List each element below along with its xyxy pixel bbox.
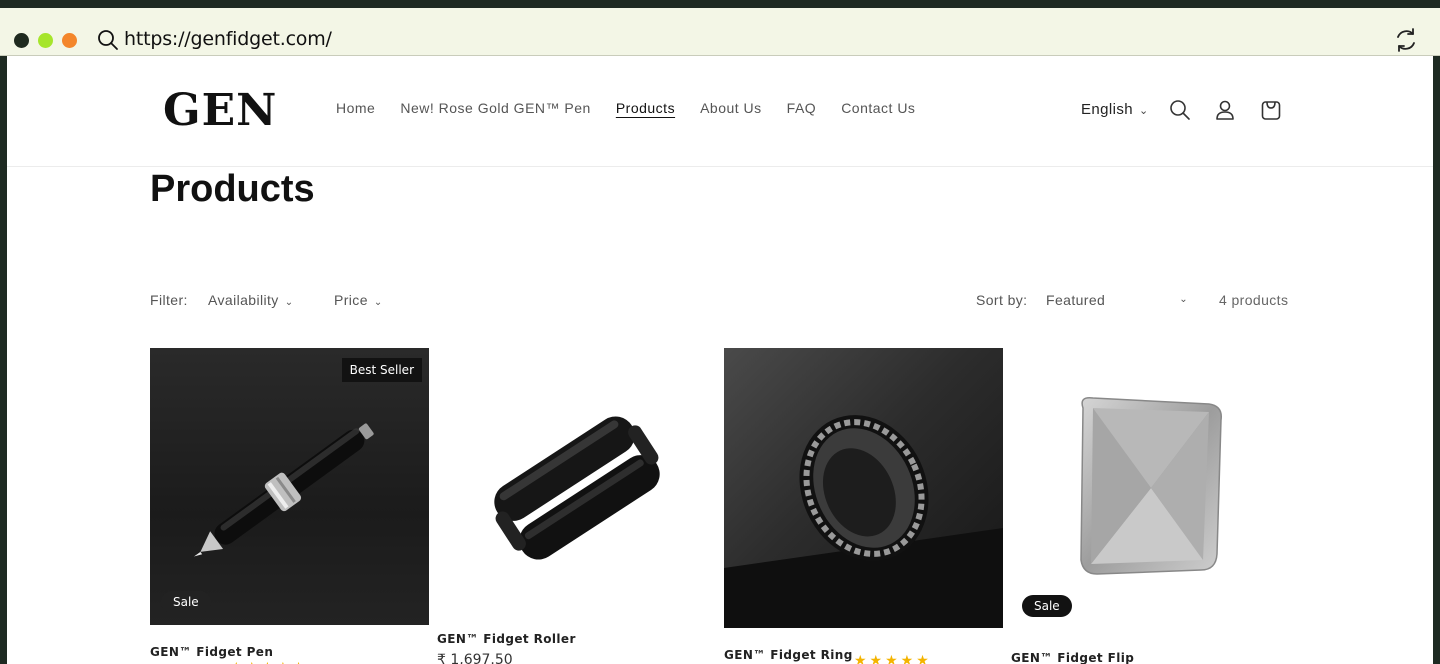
nav-products[interactable]: Products: [616, 100, 675, 116]
availability-filter[interactable]: Availability ⌄: [208, 292, 293, 308]
browser-address-bar: https://genfidget.com/: [0, 8, 1440, 56]
sale-badge: Sale: [1022, 595, 1072, 617]
cart-icon[interactable]: [1259, 98, 1283, 122]
window-minimize-button[interactable]: [38, 33, 53, 48]
product-rating: ★★★★★: [854, 653, 932, 664]
product-image[interactable]: [724, 348, 1003, 628]
fidget-pen-image: [193, 423, 374, 557]
language-selector[interactable]: English ⌄: [1081, 101, 1149, 118]
reload-icon[interactable]: [1392, 26, 1420, 54]
account-icon[interactable]: [1213, 98, 1237, 122]
nav-contact-us[interactable]: Contact Us: [841, 100, 915, 116]
main-nav: Home New! Rose Gold GEN™ Pen Products Ab…: [336, 100, 940, 116]
chevron-down-icon: ⌄: [1179, 294, 1188, 305]
nav-home[interactable]: Home: [336, 100, 375, 116]
availability-label: Availability: [208, 292, 279, 308]
site-logo[interactable]: GEN: [163, 86, 277, 136]
price-filter[interactable]: Price ⌄: [334, 292, 383, 308]
page-title: Products: [150, 168, 315, 210]
page-viewport: GEN Home New! Rose Gold GEN™ Pen Product…: [7, 56, 1433, 664]
nav-rose-gold-pen[interactable]: New! Rose Gold GEN™ Pen: [400, 100, 590, 116]
sort-value: Featured: [1046, 292, 1106, 308]
fidget-flip-image: [1080, 396, 1222, 575]
product-rating: ★★★★★: [230, 660, 308, 664]
filter-label: Filter:: [150, 292, 188, 308]
product-image[interactable]: [437, 348, 716, 625]
language-label: English: [1081, 101, 1133, 118]
price-label: Price: [334, 292, 368, 308]
product-title[interactable]: GEN™ Fidget Roller: [437, 632, 576, 646]
nav-faq[interactable]: FAQ: [787, 100, 817, 116]
product-card[interactable]: GEN™ Fidget Roller ₹ 1,697.50: [437, 348, 716, 664]
chevron-down-icon: ⌄: [373, 297, 383, 308]
sort-label: Sort by:: [976, 292, 1028, 308]
product-image[interactable]: Best Seller Sale: [150, 348, 429, 625]
product-card[interactable]: GEN™ Fidget Ring ★★★★★: [724, 348, 1003, 664]
product-title[interactable]: GEN™ Fidget Flip: [1011, 651, 1134, 664]
product-price: ₹ 1,697.50: [437, 652, 513, 664]
best-seller-badge: Best Seller: [341, 358, 422, 382]
product-card[interactable]: Best Seller Sale GEN™ Fidget Pen ★★★★★: [150, 348, 429, 664]
fidget-roller-image: [494, 416, 660, 560]
fidget-ring-image: [724, 415, 1003, 628]
nav-about-us[interactable]: About Us: [700, 100, 762, 116]
product-card[interactable]: Sale GEN™ Fidget Flip: [1011, 348, 1290, 664]
search-icon: [98, 30, 118, 50]
sale-badge: Sale: [161, 591, 211, 613]
sort-select[interactable]: Featured ⌄: [1046, 292, 1188, 308]
window-maximize-button[interactable]: [62, 33, 77, 48]
chevron-down-icon: ⌄: [284, 297, 294, 308]
url-field[interactable]: https://genfidget.com/: [124, 28, 332, 50]
site-header: GEN Home New! Rose Gold GEN™ Pen Product…: [7, 56, 1433, 167]
product-title[interactable]: GEN™ Fidget Pen: [150, 645, 273, 659]
window-close-button[interactable]: [14, 33, 29, 48]
product-count: 4 products: [1219, 292, 1289, 308]
search-icon[interactable]: [1168, 98, 1192, 122]
product-title[interactable]: GEN™ Fidget Ring: [724, 648, 853, 662]
product-image[interactable]: Sale: [1011, 348, 1290, 628]
chevron-down-icon: ⌄: [1139, 105, 1149, 117]
